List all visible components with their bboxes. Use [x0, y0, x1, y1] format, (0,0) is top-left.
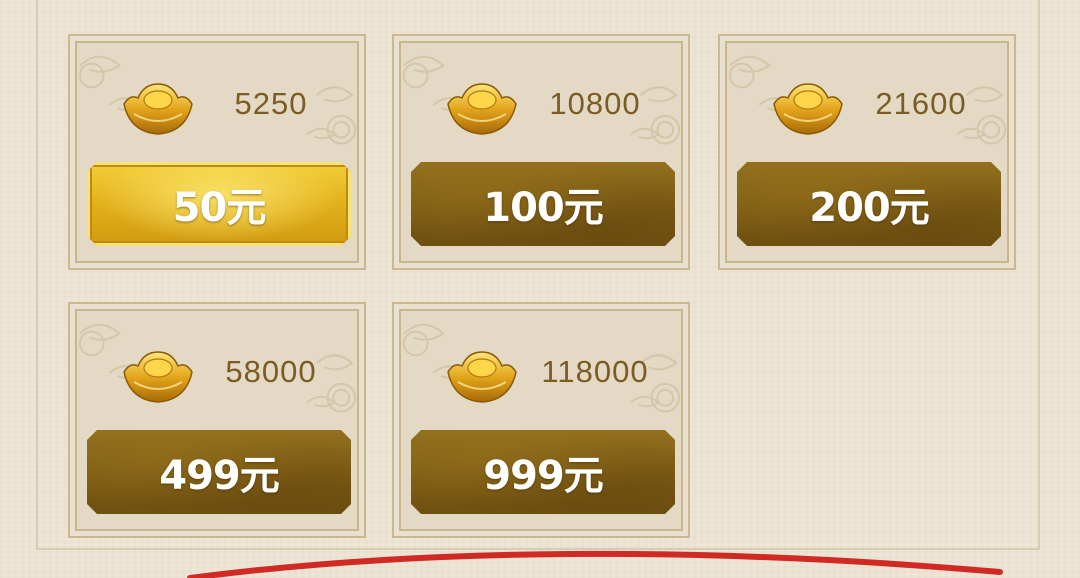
red-annotation-stroke	[187, 550, 1003, 578]
recharge-panel: 5250 50元 10800 100元 21600 200元 58000 499…	[0, 0, 1080, 578]
